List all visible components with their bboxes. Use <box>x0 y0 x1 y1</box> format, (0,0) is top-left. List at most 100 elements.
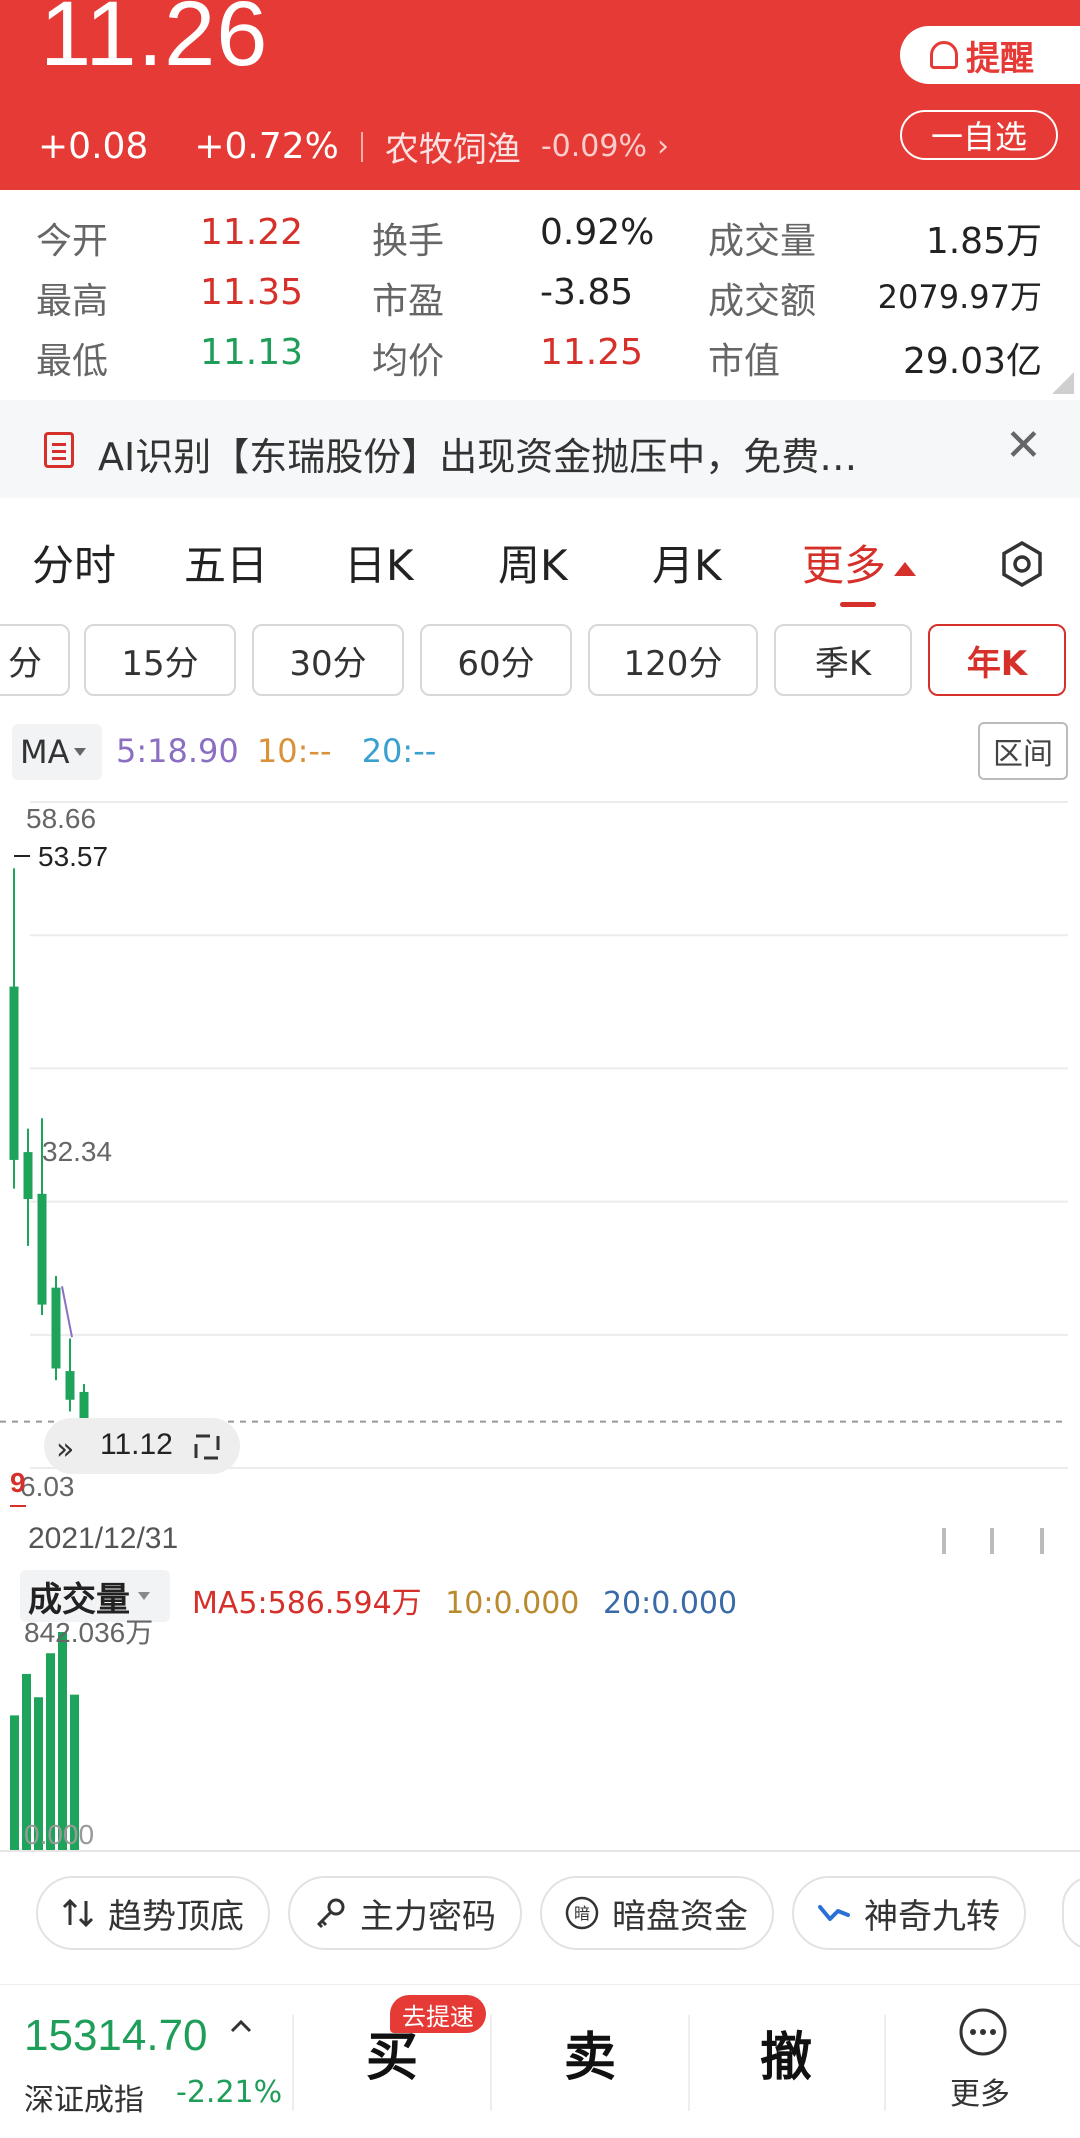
tool-label: 神奇九转 <box>864 1896 1000 1937</box>
tool-more-partial[interactable] <box>1062 1876 1080 1950</box>
double-chevron-icon: » <box>56 1432 74 1467</box>
divider <box>360 131 363 162</box>
vol-ma20-value: 20:0.000 <box>602 1586 738 1621</box>
stat-label-mktcap: 市值 <box>708 341 781 382</box>
stat-label-volume: 成交量 <box>708 221 817 262</box>
change-row: +0.08 +0.72% 农牧饲渔 -0.09% › <box>38 122 669 171</box>
tool-dark-pool[interactable]: 暗 暗盘资金 <box>540 1876 774 1950</box>
sort-arrows-icon <box>58 1893 98 1933</box>
caret-up-icon <box>894 561 917 576</box>
index-change: -2.21% <box>176 2075 283 2110</box>
scroll-indicator <box>990 1528 994 1554</box>
volume-chart[interactable]: 842.036万 0.000 <box>0 1620 1080 1852</box>
quote-stats: 今开 11.22 换手 0.92% 成交量 1.85万 最高 11.35 市盈 … <box>0 190 1080 400</box>
alert-button[interactable]: 提醒 <box>900 26 1080 84</box>
stock-header: 11.26 +0.08 +0.72% 农牧饲渔 -0.09% › 提醒 一自选 <box>0 0 1080 190</box>
candle-body <box>79 1391 89 1421</box>
tool-magic-nine[interactable]: 神奇九转 <box>792 1876 1026 1950</box>
high-marker-label: 53.57 <box>38 841 108 872</box>
buy-button[interactable]: 买 <box>366 2015 418 2090</box>
volume-selector[interactable]: 成交量 <box>20 1570 170 1622</box>
scroll-indicator <box>1040 1528 1044 1554</box>
kline-chart[interactable]: 58.66 53.57 32.34 6.03 9 » 11.12 <box>0 788 1080 1518</box>
volume-top-label: 842.036万 <box>24 1620 153 1648</box>
sell-button[interactable]: 卖 <box>564 2015 616 2090</box>
stat-value-volume: 1.85万 <box>925 221 1042 262</box>
volume-bar <box>10 1715 19 1850</box>
stat-label-amount: 成交额 <box>708 281 817 322</box>
stat-value-avg: 11.25 <box>540 332 644 373</box>
tab-more[interactable]: 更多 <box>802 532 917 593</box>
tab-weekly-k[interactable]: 周K <box>498 532 568 593</box>
sector-change: -0.09% <box>540 129 647 164</box>
tab-daily-k[interactable]: 日K <box>344 532 414 593</box>
subtab-minute[interactable]: 分 <box>0 624 70 696</box>
subtab-30min[interactable]: 30分 <box>252 624 404 696</box>
volume-ma-values: MA5:586.594万 10:0.000 20:0.000 <box>192 1578 737 1622</box>
stat-label-low: 最低 <box>36 341 109 382</box>
candle-body <box>23 1152 33 1200</box>
index-name: 深证成指 <box>24 2083 144 2118</box>
subtab-60min[interactable]: 60分 <box>420 624 572 696</box>
add-watchlist-button[interactable]: 一自选 <box>900 110 1058 160</box>
settings-icon[interactable] <box>998 540 1046 588</box>
candle-body <box>65 1371 75 1400</box>
tab-intraday[interactable]: 分时 <box>32 532 116 593</box>
dropdown-icon <box>73 748 86 756</box>
tool-main-force-code[interactable]: 主力密码 <box>288 1876 522 1950</box>
stat-label-open: 今开 <box>36 221 109 262</box>
ma5-value: 5:18.90 <box>116 732 239 770</box>
axis-mid-label: 32.34 <box>42 1136 112 1167</box>
alert-label: 提醒 <box>966 38 1034 79</box>
volume-bars <box>10 1632 79 1850</box>
chevron-right-icon: › <box>657 129 669 164</box>
divider <box>688 2015 690 2111</box>
price-change-pct: +0.72% <box>194 126 339 167</box>
ma10-value: 10:-- <box>256 732 332 770</box>
stat-value-mktcap: 29.03亿 <box>902 341 1042 382</box>
tab-monthly-k[interactable]: 月K <box>652 532 722 593</box>
current-price-pill[interactable]: » 11.12 <box>44 1418 240 1474</box>
stat-label-avg: 均价 <box>372 341 445 382</box>
ma-values: 5:18.90 10:-- 20:-- <box>116 732 436 770</box>
close-icon[interactable]: ✕ <box>1005 420 1042 471</box>
divider <box>292 2015 294 2111</box>
tab-five-day[interactable]: 五日 <box>184 532 268 593</box>
chevron-up-icon[interactable] <box>226 2011 256 2041</box>
stat-value-amount: 2079.97万 <box>877 278 1042 316</box>
ai-banner[interactable]: AI识别【东瑞股份】出现资金抛压中，免费… ✕ <box>0 400 1080 498</box>
volume-selector-label: 成交量 <box>28 1579 130 1620</box>
subtab-quarter-k[interactable]: 季K <box>774 624 912 696</box>
subtab-120min[interactable]: 120分 <box>588 624 758 696</box>
ma-row: MA 5:18.90 10:-- 20:-- 区间 <box>0 720 1080 786</box>
stat-value-turnover: 0.92% <box>540 212 655 253</box>
more-button[interactable]: 更多 <box>950 2069 1010 2113</box>
vol-ma10-value: 10:0.000 <box>445 1586 580 1621</box>
index-value[interactable]: 15314.70 <box>24 2011 208 2061</box>
subtab-year-k[interactable]: 年K <box>928 624 1066 696</box>
tool-trend-top-bottom[interactable]: 趋势顶底 <box>36 1876 270 1950</box>
sector-link[interactable]: 农牧饲渔 <box>385 122 521 171</box>
more-dots-icon[interactable] <box>958 2007 1008 2057</box>
subtab-15min[interactable]: 15分 <box>84 624 236 696</box>
tab-underline <box>840 602 876 607</box>
stat-value-open: 11.22 <box>200 212 304 253</box>
candle-body <box>37 1193 47 1305</box>
stat-label-pe: 市盈 <box>372 281 445 322</box>
stat-label-turnover: 换手 <box>372 221 445 262</box>
key-icon <box>310 1893 350 1933</box>
expand-corner-icon[interactable] <box>1052 372 1074 394</box>
tab-more-label: 更多 <box>802 541 887 590</box>
dark-pool-icon: 暗 <box>562 1893 602 1933</box>
range-button[interactable]: 区间 <box>978 722 1068 780</box>
date-axis: 2021/12/31 <box>0 1518 1080 1562</box>
current-price: 11.26 <box>40 0 269 85</box>
start-date: 2021/12/31 <box>28 1522 179 1555</box>
watchlist-label: 一自选 <box>930 118 1027 156</box>
price-change: +0.08 <box>38 126 149 167</box>
axis-low-label: 6.03 <box>20 1471 75 1502</box>
ma-selector[interactable]: MA <box>12 724 102 780</box>
stat-value-high: 11.35 <box>200 272 304 313</box>
cancel-order-button[interactable]: 撤 <box>760 2015 812 2090</box>
tool-label: 趋势顶底 <box>108 1896 244 1937</box>
